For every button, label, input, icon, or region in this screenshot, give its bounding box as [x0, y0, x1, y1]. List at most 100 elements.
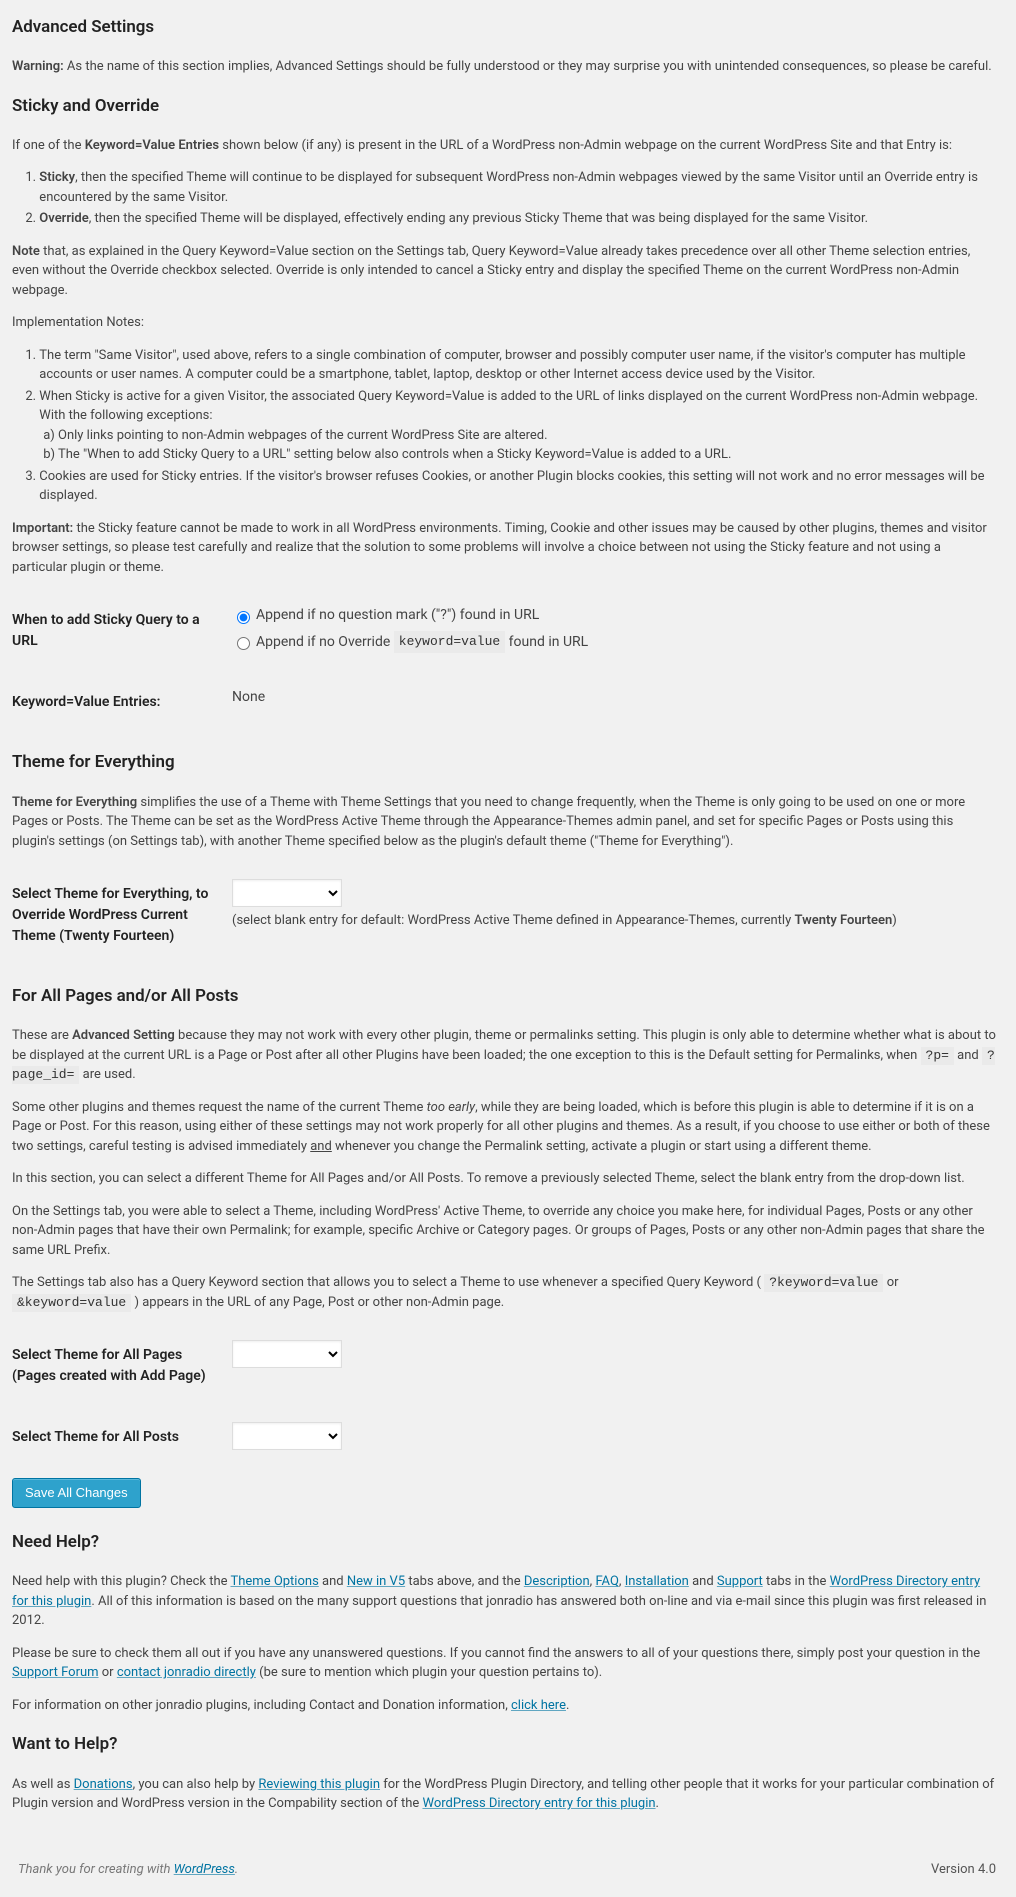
list-item: When Sticky is active for a given Visito…: [39, 387, 996, 465]
all-pages-p4: On the Settings tab, you were able to se…: [12, 1202, 996, 1261]
text: When Sticky is active for a given Visito…: [39, 389, 978, 424]
link-theme-options[interactable]: Theme Options: [230, 1574, 318, 1589]
and-underline: and: [310, 1139, 332, 1154]
text: and: [957, 1048, 982, 1063]
theme-everything-table: Select Theme for Everything, to Override…: [12, 864, 996, 967]
radio-label-text: Append if no question mark ("?") found i…: [256, 605, 539, 626]
text: (be sure to mention which plugin your qu…: [256, 1665, 602, 1680]
all-pages-posts-table: Select Theme for All Pages (Pages create…: [12, 1325, 996, 1468]
link-support[interactable]: Support: [717, 1574, 763, 1589]
link-reviewing[interactable]: Reviewing this plugin: [258, 1777, 380, 1792]
text: that, as explained in the Query Keyword=…: [12, 244, 970, 298]
heading-all-pages-posts: For All Pages and/or All Posts: [12, 984, 996, 1009]
footer: Thank you for creating with WordPress. V…: [0, 1842, 1016, 1897]
sub-item-a: a) Only links pointing to non-Admin webp…: [39, 426, 996, 446]
radio-option-question-mark[interactable]: Append if no question mark ("?") found i…: [232, 605, 539, 626]
radio-option-override[interactable]: Append if no Override keyword=value foun…: [232, 631, 588, 654]
text: or: [99, 1665, 117, 1680]
text: Please be sure to check them all out if …: [12, 1646, 980, 1661]
implementation-notes-label: Implementation Notes:: [12, 313, 996, 333]
text: whenever you change the Permalink settin…: [332, 1139, 872, 1154]
heading-theme-everything: Theme for Everything: [12, 750, 996, 775]
want-help-p1: As well as Donations, you can also help …: [12, 1775, 996, 1814]
heading-sticky-override: Sticky and Override: [12, 94, 996, 119]
text: Need help with this plugin? Check the: [12, 1574, 230, 1589]
note-bold: Note: [12, 244, 40, 259]
advanced-setting-bold: Advanced Setting: [72, 1028, 175, 1043]
theme-everything-desc: Theme for Everything simplifies the use …: [12, 793, 996, 852]
text: tabs in the: [763, 1574, 830, 1589]
sticky-intro: If one of the Keyword=Value Entries show…: [12, 136, 996, 156]
link-installation[interactable]: Installation: [625, 1574, 689, 1589]
sub-item-b: b) The "When to add Sticky Query to a UR…: [39, 445, 996, 465]
text: ): [892, 913, 897, 928]
select-theme-desc: (select blank entry for default: WordPre…: [232, 911, 986, 931]
save-all-changes-button[interactable]: Save All Changes: [12, 1478, 141, 1508]
heading-advanced-settings: Advanced Settings: [12, 15, 996, 40]
kv-entries-bold: Keyword=Value Entries: [85, 138, 219, 153]
text: , then the specified Theme will be displ…: [89, 211, 868, 226]
text: tabs above, and the: [405, 1574, 524, 1589]
implementation-notes-list: The term "Same Visitor", used above, ref…: [12, 346, 996, 506]
current-theme-bold: Twenty Fourteen: [794, 913, 892, 928]
heading-need-help: Need Help?: [12, 1530, 996, 1555]
kv-entries-value: None: [222, 672, 996, 733]
all-pages-p1: These are Advanced Setting because they …: [12, 1026, 996, 1085]
text: .: [235, 1862, 238, 1877]
label-kv-entries: Keyword=Value Entries:: [12, 672, 222, 733]
text: the Sticky feature cannot be made to wor…: [12, 521, 987, 575]
select-theme-everything[interactable]: [232, 879, 342, 907]
version-label: Version 4.0: [931, 1860, 996, 1880]
all-pages-p3: In this section, you can select a differ…: [12, 1169, 996, 1189]
text: , you can also help by: [133, 1777, 259, 1792]
text: For information on other jonradio plugin…: [12, 1698, 511, 1713]
text: The Settings tab also has a Query Keywor…: [12, 1275, 761, 1290]
code-p: ?p=: [921, 1047, 954, 1065]
text: and: [319, 1574, 347, 1589]
note-paragraph: Note that, as explained in the Query Key…: [12, 242, 996, 301]
link-wordpress[interactable]: WordPress: [174, 1862, 235, 1877]
label-select-all-posts: Select Theme for All Posts: [12, 1407, 222, 1468]
code-keyword-amp: &keyword=value: [12, 1294, 131, 1312]
link-description[interactable]: Description: [524, 1574, 590, 1589]
link-click-here[interactable]: click here: [511, 1698, 566, 1713]
link-contact-jonradio[interactable]: contact jonradio directly: [117, 1665, 256, 1680]
radio-append-override[interactable]: [237, 637, 250, 650]
text: . All of this information is based on th…: [12, 1594, 986, 1629]
radio-label-text-2: found in URL: [509, 632, 589, 653]
radio-label-text-1: Append if no Override: [256, 632, 390, 653]
select-theme-all-posts[interactable]: [232, 1422, 342, 1450]
text: If one of the: [12, 138, 85, 153]
radio-append-question[interactable]: [237, 611, 250, 624]
link-donations[interactable]: Donations: [74, 1777, 133, 1792]
text: shown below (if any) is present in the U…: [219, 138, 952, 153]
select-theme-all-pages[interactable]: [232, 1340, 342, 1368]
heading-want-to-help: Want to Help?: [12, 1732, 996, 1757]
label-select-theme-everything: Select Theme for Everything, to Override…: [12, 864, 222, 967]
text: (select blank entry for default: WordPre…: [232, 913, 794, 928]
sticky-settings-table: When to add Sticky Query to a URL Append…: [12, 590, 996, 733]
need-help-p2: Please be sure to check them all out if …: [12, 1644, 996, 1683]
link-wp-directory-entry-2[interactable]: WordPress Directory entry for this plugi…: [422, 1796, 655, 1811]
label-select-all-pages: Select Theme for All Pages (Pages create…: [12, 1325, 222, 1407]
text: Some other plugins and themes request th…: [12, 1100, 427, 1115]
text: As well as: [12, 1777, 74, 1792]
text: , then the specified Theme will continue…: [39, 170, 978, 205]
override-bold: Override: [39, 211, 88, 226]
important-bold: Important:: [12, 521, 73, 536]
list-item: The term "Same Visitor", used above, ref…: [39, 346, 996, 385]
too-early-italic: too early: [427, 1100, 475, 1115]
text: or: [887, 1275, 899, 1290]
warning-paragraph: Warning: As the name of this section imp…: [12, 57, 996, 77]
warning-label: Warning:: [12, 59, 64, 74]
text: These are: [12, 1028, 72, 1043]
all-pages-p5: The Settings tab also has a Query Keywor…: [12, 1273, 996, 1312]
important-paragraph: Important: the Sticky feature cannot be …: [12, 519, 996, 578]
list-item: Cookies are used for Sticky entries. If …: [39, 467, 996, 506]
link-faq[interactable]: FAQ: [595, 1574, 618, 1589]
link-support-forum[interactable]: Support Forum: [12, 1665, 99, 1680]
footer-credit: Thank you for creating with WordPress.: [18, 1860, 238, 1880]
link-new-in-v5[interactable]: New in V5: [347, 1574, 405, 1589]
code-keyword-q: ?keyword=value: [764, 1274, 883, 1292]
text: .: [566, 1698, 569, 1713]
